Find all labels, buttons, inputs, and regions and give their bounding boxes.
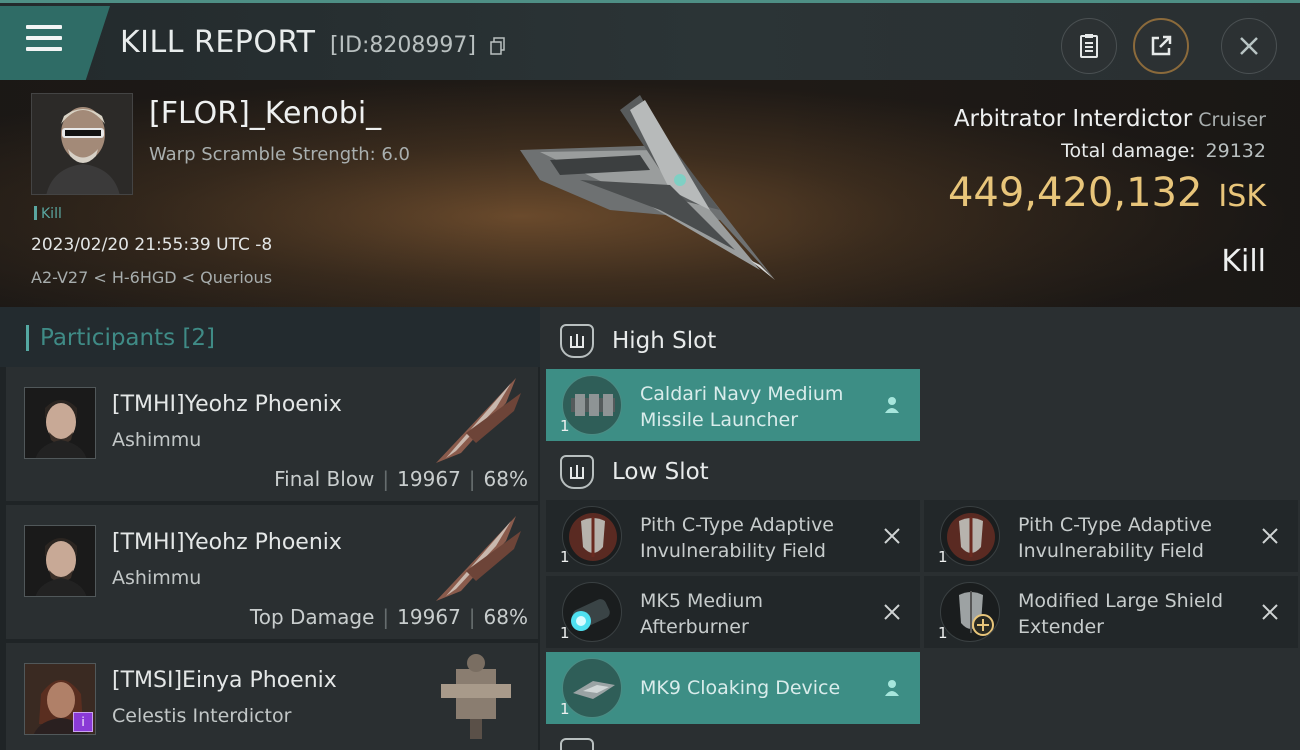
participant-ship: Ashimmu	[112, 567, 202, 589]
participant-damage: 19967	[397, 467, 461, 491]
hamburger-menu-icon[interactable]	[26, 25, 62, 55]
close-icon	[1240, 37, 1258, 55]
destroyed-x-icon	[1262, 604, 1278, 620]
module-item[interactable]: 1 Pith C-Type Adaptive Invulnerability F…	[924, 500, 1298, 572]
kill-tag: Kill	[34, 206, 62, 222]
avatar: i	[24, 663, 96, 735]
participants-count: [2]	[182, 325, 216, 351]
module-quantity: 1	[560, 417, 570, 435]
module-name: Modified Large Shield Extender	[1018, 590, 1224, 638]
low-slot-header: Low Slot	[560, 452, 709, 492]
module-quantity: 1	[938, 548, 948, 566]
module-name: MK5 Medium Afterburner	[640, 590, 763, 638]
high-slot-header: High Slot	[560, 321, 716, 361]
dropped-person-icon	[885, 397, 899, 413]
module-item[interactable]: 1 Caldari Navy Medium Missile Launcher	[546, 369, 920, 441]
destroyed-x-icon	[1262, 528, 1278, 544]
participant-stats: Final Blow | 19967 | 68%	[274, 467, 528, 491]
module-icon	[562, 506, 622, 566]
module-item[interactable]: 1 Modified Large Shield Extender	[924, 576, 1298, 648]
mid-slot-icon	[560, 738, 594, 750]
high-slot-label: High Slot	[612, 328, 717, 354]
destroyed-x-icon	[884, 528, 900, 544]
title-bar: KILL REPORT [ID:8208997]	[0, 0, 1300, 80]
low-slot-icon	[560, 455, 594, 489]
clipboard-button[interactable]	[1061, 18, 1117, 74]
participant-ship: Ashimmu	[112, 429, 202, 451]
participant-stats: Top Damage | 19967 | 68%	[249, 605, 528, 629]
victim-portrait[interactable]	[31, 93, 133, 195]
participant-ship-image	[436, 516, 521, 601]
victim-ship-image	[520, 95, 775, 280]
victim-name: [FLOR]_Kenobi_	[149, 96, 382, 131]
avatar	[24, 525, 96, 597]
clipboard-icon	[1080, 34, 1098, 58]
total-damage-value: 29132	[1205, 140, 1266, 162]
page-title: KILL REPORT	[120, 25, 316, 60]
participant-percent: 68%	[483, 467, 528, 491]
participant-name: [TMHI]Yeohz Phoenix	[112, 530, 342, 555]
kill-datetime: 2023/02/20 21:55:39 UTC -8	[31, 235, 273, 255]
module-name: Caldari Navy Medium Missile Launcher	[640, 383, 844, 431]
copy-icon[interactable]	[490, 37, 506, 55]
module-quantity: 1	[938, 624, 948, 642]
isk-amount: 449,420,132	[947, 170, 1203, 216]
participant-ship: Celestis Interdictor	[112, 705, 292, 727]
destroyed-x-icon	[884, 604, 900, 620]
report-id: [ID:8208997]	[330, 33, 476, 58]
participant-role: Top Damage	[249, 605, 375, 629]
participant-ship-image	[441, 654, 511, 739]
kill-location: A2-V27 < H-6HGD < Querious	[31, 268, 273, 287]
module-icon	[940, 582, 1000, 642]
module-item[interactable]: 1 MK9 Cloaking Device	[546, 652, 920, 724]
high-slot-icon	[560, 324, 594, 358]
participant-name: [TMHI]Yeohz Phoenix	[112, 392, 342, 417]
low-slot-label: Low Slot	[612, 459, 709, 485]
module-name: MK9 Cloaking Device	[640, 677, 841, 699]
total-damage-label: Total damage:	[1061, 140, 1196, 162]
module-quantity: 1	[560, 624, 570, 642]
dropped-person-icon	[885, 680, 899, 696]
module-item[interactable]: 1 MK5 Medium Afterburner	[546, 576, 920, 648]
victim-banner: [FLOR]_Kenobi_ Warp Scramble Strength: 6…	[0, 80, 1300, 307]
total-damage: Total damage: 29132	[1061, 140, 1266, 162]
kill-result: Kill	[1221, 244, 1266, 279]
close-button[interactable]	[1221, 18, 1277, 74]
mid-slot-header	[560, 735, 594, 750]
participant-row[interactable]: [TMHI]Yeohz Phoenix Ashimmu Top Damage | 1…	[6, 505, 538, 639]
module-name: Pith C-Type Adaptive Invulnerability Fie…	[1018, 514, 1212, 562]
participant-row[interactable]: i [TMSI]Einya Phoenix Celestis Interdict…	[6, 643, 538, 750]
module-icon	[562, 375, 622, 435]
participants-panel: Participants [2] [TMHI]Yeohz Phoenix Ash…	[0, 307, 540, 750]
participants-title: Participants [2]	[26, 325, 215, 351]
participant-damage: 19967	[397, 605, 461, 629]
fitting-panel: High Slot 1 Caldari Navy Medium Missile …	[540, 307, 1300, 750]
isk-value: 449,420,132 ISK	[948, 170, 1266, 216]
module-quantity: 1	[560, 548, 570, 566]
victim-ship: Arbitrator Interdictor Cruiser	[954, 106, 1266, 132]
participants-header: Participants [2]	[0, 307, 540, 367]
participant-row[interactable]: [TMHI]Yeohz Phoenix Ashimmu Final Blow | 1…	[6, 367, 538, 501]
participant-badge: i	[73, 712, 93, 732]
isk-unit: ISK	[1218, 179, 1266, 214]
module-name: Pith C-Type Adaptive Invulnerability Fie…	[640, 514, 834, 562]
victim-ship-class: Cruiser	[1198, 109, 1266, 131]
participant-ship-image	[436, 378, 521, 463]
warp-scramble-strength: Warp Scramble Strength: 6.0	[149, 144, 411, 165]
avatar	[24, 387, 96, 459]
module-icon	[940, 506, 1000, 566]
victim-avatar-image	[32, 94, 132, 194]
victim-ship-name: Arbitrator Interdictor	[953, 106, 1193, 132]
module-icon	[562, 658, 622, 718]
participant-role: Final Blow	[274, 467, 375, 491]
share-icon	[1151, 35, 1172, 56]
participant-percent: 68%	[483, 605, 528, 629]
module-item[interactable]: 1 Pith C-Type Adaptive Invulnerability F…	[546, 500, 920, 572]
participant-name: [TMSI]Einya Phoenix	[112, 668, 337, 693]
share-button[interactable]	[1133, 18, 1189, 74]
module-quantity: 1	[560, 700, 570, 718]
module-icon	[562, 582, 622, 642]
